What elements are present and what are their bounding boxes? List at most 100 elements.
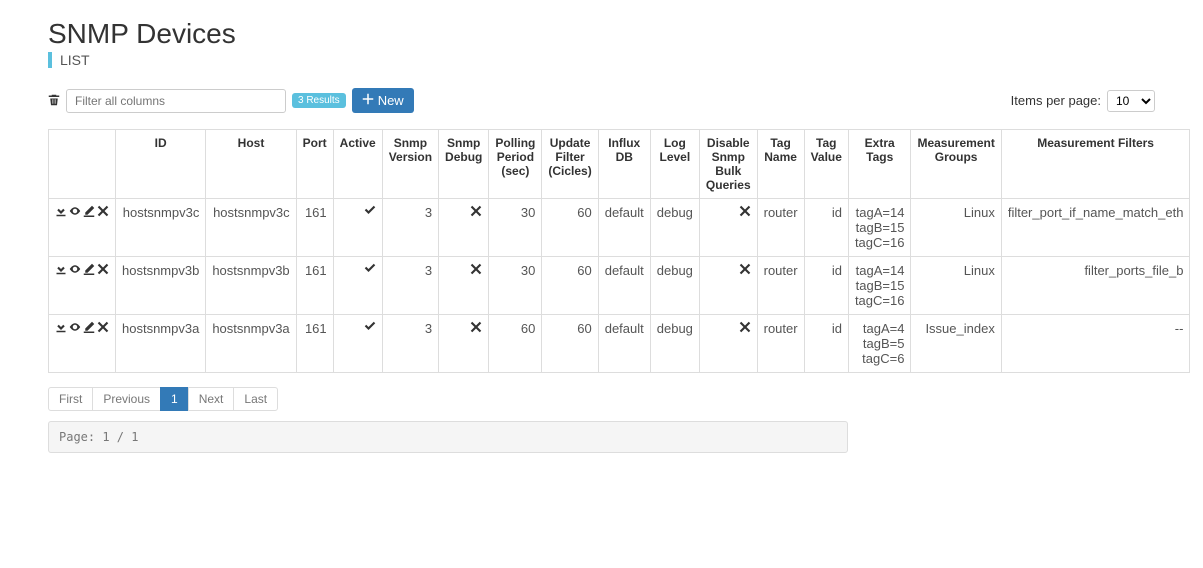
cell-snmp-version: 3 [382,199,438,257]
edit-icon[interactable] [83,263,95,278]
col-tag-name[interactable]: Tag Name [757,130,804,199]
page-next[interactable]: Next [188,387,235,411]
row-actions [49,199,116,257]
col-active[interactable]: Active [333,130,382,199]
cell-port: 161 [296,199,333,257]
extra-tag: tagA=14 [855,263,905,278]
row-actions [49,315,116,373]
items-per-page-select[interactable]: 10 [1107,90,1155,112]
cell-influx: default [598,199,650,257]
page-subtitle: LIST [48,52,1155,68]
new-button[interactable]: New [352,88,414,113]
cell-update-filter: 60 [542,199,598,257]
extra-tag: tagB=15 [855,220,905,235]
devices-table: ID Host Port Active Snmp Version Snmp De… [48,129,1190,373]
export-icon[interactable] [55,321,67,336]
cell-tag-name: router [757,257,804,315]
cell-tag-value: id [804,257,848,315]
new-button-label: New [378,93,404,108]
extra-tag: tagA=4 [855,321,905,336]
view-icon[interactable] [69,263,81,278]
extra-tag: tagB=5 [855,336,905,351]
extra-tag: tagC=16 [855,235,905,250]
cell-extra-tags: tagA=4tagB=5tagC=6 [848,315,911,373]
extra-tag: tagC=16 [855,293,905,308]
cell-disable-bulk [699,199,757,257]
col-influx[interactable]: Influx DB [598,130,650,199]
cell-meas-filters: filter_port_if_name_match_eth [1001,199,1190,257]
col-extra-tags[interactable]: Extra Tags [848,130,911,199]
delete-icon[interactable] [97,263,109,278]
cell-polling: 30 [489,199,542,257]
cell-tag-value: id [804,199,848,257]
cell-polling: 60 [489,315,542,373]
page-first[interactable]: First [48,387,93,411]
cell-snmp-debug [439,199,489,257]
cell-meas-groups: Linux [911,257,1001,315]
col-host[interactable]: Host [206,130,296,199]
col-log[interactable]: Log Level [650,130,699,199]
col-tag-value[interactable]: Tag Value [804,130,848,199]
edit-icon[interactable] [83,321,95,336]
cell-port: 161 [296,315,333,373]
cell-extra-tags: tagA=14tagB=15tagC=16 [848,199,911,257]
col-snmp-version[interactable]: Snmp Version [382,130,438,199]
page-title: SNMP Devices [48,18,1155,50]
cell-meas-groups: Issue_index [911,315,1001,373]
cell-snmp-debug [439,315,489,373]
col-snmp-debug[interactable]: Snmp Debug [439,130,489,199]
cell-tag-name: router [757,315,804,373]
cell-active [333,257,382,315]
cell-meas-groups: Linux [911,199,1001,257]
cell-polling: 30 [489,257,542,315]
cell-log: debug [650,257,699,315]
cell-port: 161 [296,257,333,315]
cell-snmp-debug [439,257,489,315]
page-last[interactable]: Last [233,387,278,411]
col-id[interactable]: ID [116,130,206,199]
export-icon[interactable] [55,205,67,220]
col-polling[interactable]: Polling Period (sec) [489,130,542,199]
col-actions [49,130,116,199]
extra-tag: tagA=14 [855,205,905,220]
cell-tag-value: id [804,315,848,373]
filter-input[interactable] [66,89,286,113]
edit-icon[interactable] [83,205,95,220]
page-status: Page: 1 / 1 [48,421,848,453]
page-1[interactable]: 1 [160,387,189,411]
col-port[interactable]: Port [296,130,333,199]
delete-icon[interactable] [97,205,109,220]
col-meas-filters[interactable]: Measurement Filters [1001,130,1190,199]
cell-id: hostsnmpv3c [116,199,206,257]
cell-host: hostsnmpv3a [206,315,296,373]
cell-host: hostsnmpv3c [206,199,296,257]
trash-icon[interactable] [48,93,60,109]
cell-meas-filters: -- [1001,315,1190,373]
page-prev[interactable]: Previous [92,387,161,411]
cell-snmp-version: 3 [382,257,438,315]
col-meas-groups[interactable]: Measurement Groups [911,130,1001,199]
delete-icon[interactable] [97,321,109,336]
col-disable-bulk[interactable]: Disable Snmp Bulk Queries [699,130,757,199]
cell-extra-tags: tagA=14tagB=15tagC=16 [848,257,911,315]
table-row: hostsnmpv3ahostsnmpv3a16136060defaultdeb… [49,315,1190,373]
cell-meas-filters: filter_ports_file_b [1001,257,1190,315]
cell-active [333,199,382,257]
view-icon[interactable] [69,205,81,220]
cell-id: hostsnmpv3a [116,315,206,373]
row-actions [49,257,116,315]
items-per-page-label: Items per page: [1011,93,1101,108]
col-update-filter[interactable]: Update Filter (Cicles) [542,130,598,199]
view-icon[interactable] [69,321,81,336]
cell-snmp-version: 3 [382,315,438,373]
table-row: hostsnmpv3bhostsnmpv3b16133060defaultdeb… [49,257,1190,315]
cell-id: hostsnmpv3b [116,257,206,315]
cell-influx: default [598,257,650,315]
plus-icon [362,93,374,108]
export-icon[interactable] [55,263,67,278]
cell-disable-bulk [699,315,757,373]
cell-log: debug [650,199,699,257]
results-badge: 3 Results [292,93,346,108]
cell-active [333,315,382,373]
cell-disable-bulk [699,257,757,315]
